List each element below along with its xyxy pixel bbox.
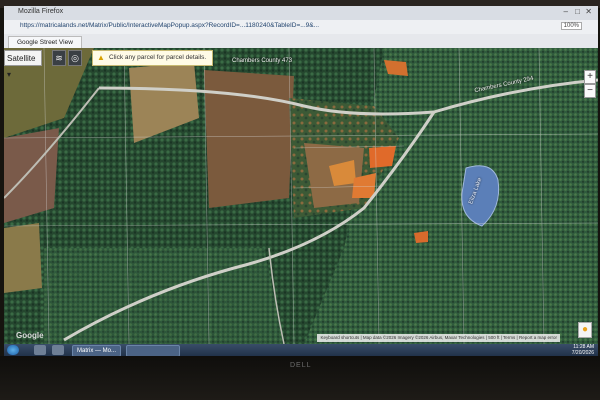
road-label: Chambers County 473 (232, 58, 293, 64)
zoom-control: + − (584, 70, 596, 98)
close-icon[interactable]: ✕ (585, 7, 592, 16)
zoom-in-button[interactable]: + (584, 70, 596, 84)
taskbar-window-firefox[interactable]: Matrix — Mo... (72, 345, 122, 356)
map-imagery (4, 48, 598, 344)
map-type-label: Satellite (7, 54, 36, 63)
address-bar[interactable]: https://matricalands.net/Matrix/Public/I… (4, 20, 598, 35)
browser-title-bar: Mozilla Firefox – □ ✕ (4, 6, 598, 21)
map-attribution: Keyboard shortcuts | Map data ©2026 Imag… (317, 334, 560, 342)
start-button[interactable] (7, 345, 19, 355)
bare-field (4, 128, 59, 223)
zoom-out-button[interactable]: − (584, 84, 596, 98)
monitor-screen: Mozilla Firefox – □ ✕ https://matricalan… (4, 6, 598, 356)
tab-bar: Google Street View (4, 34, 598, 49)
taskbar-window[interactable] (126, 345, 180, 356)
chevron-down-icon: ▾ (7, 70, 12, 79)
location-icon[interactable]: ◎ (68, 50, 82, 66)
app-icon[interactable] (52, 345, 64, 355)
window-title: Mozilla Firefox (18, 8, 64, 15)
clearcut-area (204, 70, 294, 208)
warning-icon: ▲ (97, 53, 105, 62)
orange-parcel (414, 231, 428, 243)
clearing (4, 223, 42, 293)
file-explorer-icon[interactable] (34, 345, 46, 355)
minimize-icon[interactable]: – (564, 7, 568, 16)
taskbar-window-label: Matrix — Mo... (77, 348, 117, 354)
layers-icon[interactable]: ≋ (52, 50, 66, 66)
system-tray-clock[interactable]: 11:28 AM 7/20/2026 (572, 344, 594, 356)
google-logo: Google (16, 331, 44, 340)
monitor-brand-logo: DELL (290, 362, 312, 369)
maximize-icon[interactable]: □ (575, 7, 580, 16)
zoom-level[interactable]: 100% (560, 22, 582, 30)
taskbar: Matrix — Mo... 11:28 AM 7/20/2026 (4, 344, 598, 356)
satellite-map[interactable]: Chambers County 473 Chambers County 294 … (4, 48, 598, 344)
street-view-pegman-icon[interactable]: ● (578, 322, 592, 338)
url-text[interactable]: https://matricalands.net/Matrix/Public/I… (20, 22, 319, 29)
map-type-dropdown[interactable]: Satellite ▾ (4, 50, 42, 79)
parcel-hint: ▲ Click any parcel for parcel details. (92, 50, 214, 66)
tab-google-street-view[interactable]: Google Street View (8, 36, 82, 48)
hint-text: Click any parcel for parcel details. (109, 54, 207, 61)
orange-parcel (369, 146, 396, 168)
